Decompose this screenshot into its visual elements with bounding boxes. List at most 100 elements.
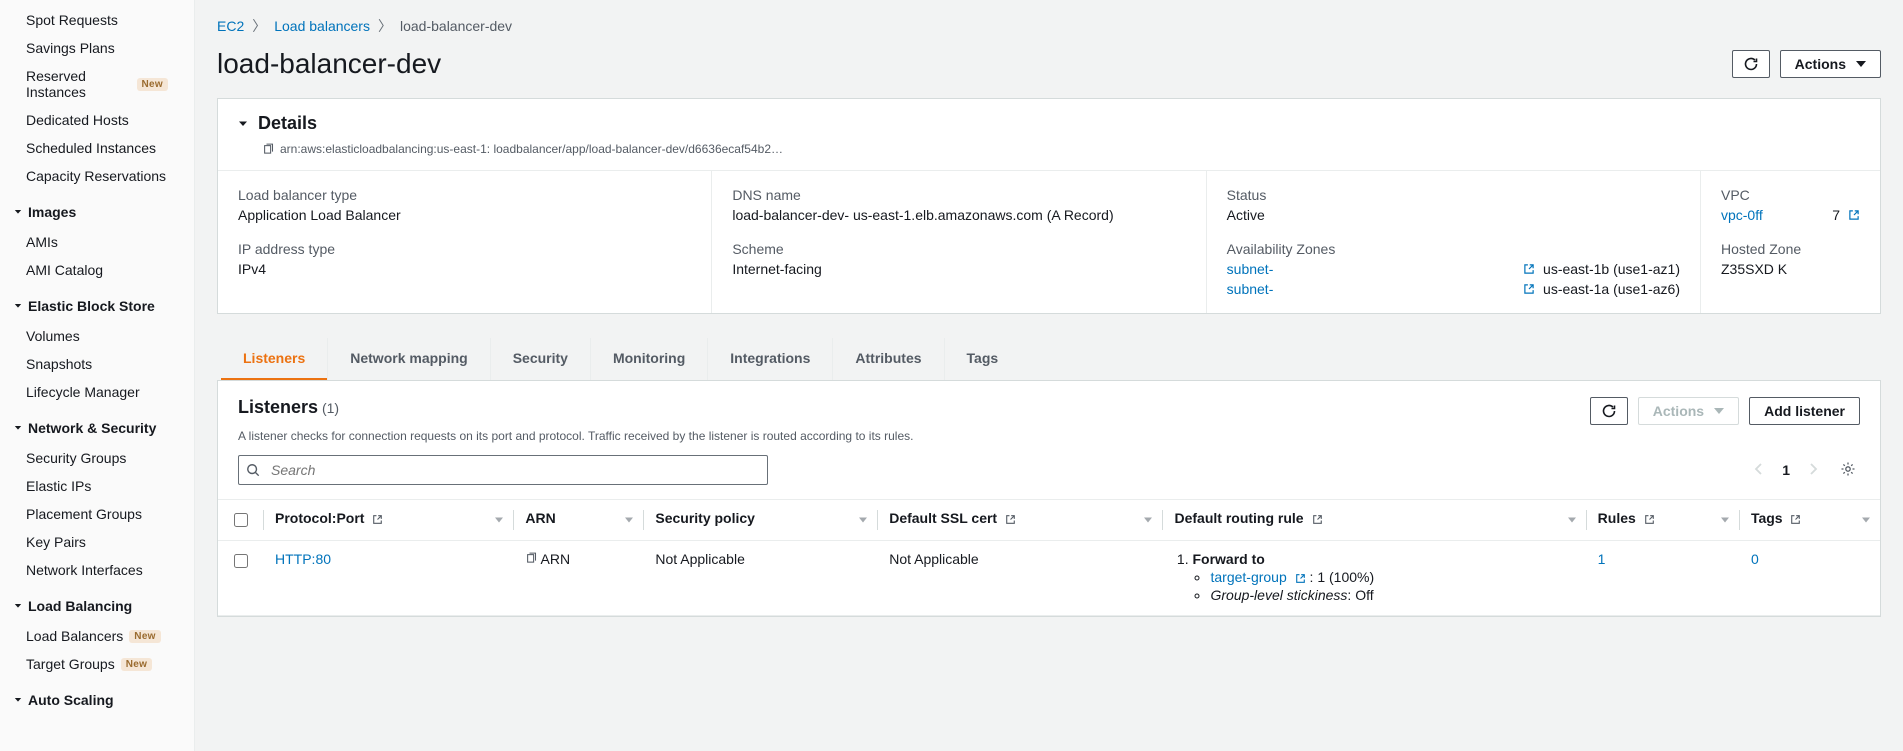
- ssl-cell: Not Applicable: [877, 541, 1162, 616]
- settings-button[interactable]: [1836, 457, 1860, 484]
- add-listener-label: Add listener: [1764, 403, 1845, 419]
- sidebar-item[interactable]: Dedicated Hosts: [0, 106, 194, 134]
- chevron-right-icon: 〉: [378, 16, 392, 36]
- listeners-panel: Listeners (1) Actions Add listener: [217, 381, 1881, 617]
- sidebar-item[interactable]: Spot Requests: [0, 6, 194, 34]
- az-row: subnet-us-east-1a (use1-az6): [1227, 281, 1680, 297]
- external-link-icon[interactable]: [1523, 283, 1535, 295]
- stickiness-label: Group-level stickiness: [1210, 587, 1347, 603]
- table-row: HTTP:80 ARN Not Applicable Not Applicabl…: [218, 541, 1880, 616]
- sidebar-item[interactable]: Reserved Instances New: [0, 62, 194, 106]
- tags-link[interactable]: 0: [1751, 551, 1759, 567]
- arn-text: arn:aws:elasticloadbalancing:us-east-1: …: [280, 142, 783, 156]
- listeners-refresh-button[interactable]: [1590, 397, 1628, 425]
- sidebar-item-label: Target Groups: [26, 656, 115, 672]
- caret-down-icon: [14, 424, 22, 432]
- nav-heading[interactable]: Images: [0, 200, 194, 224]
- lb-type-label: Load balancer type: [238, 187, 691, 203]
- sidebar-item[interactable]: Network Interfaces: [0, 556, 194, 584]
- subnet-link[interactable]: subnet-: [1227, 281, 1274, 297]
- vpc-link[interactable]: vpc-0ff: [1721, 207, 1763, 223]
- external-link-icon[interactable]: [1848, 209, 1860, 221]
- sidebar-item[interactable]: AMIs: [0, 228, 194, 256]
- sidebar-item-label: Scheduled Instances: [26, 140, 156, 156]
- target-group-link[interactable]: target-group: [1210, 569, 1286, 585]
- copy-icon[interactable]: [525, 552, 537, 564]
- sidebar-item[interactable]: Placement Groups: [0, 500, 194, 528]
- external-link-icon: [1005, 514, 1016, 525]
- col-protocol[interactable]: Protocol:Port: [275, 510, 364, 526]
- breadcrumb-load-balancers[interactable]: Load balancers: [274, 18, 370, 34]
- page-number: 1: [1782, 462, 1790, 478]
- caret-down-icon: [1714, 408, 1724, 414]
- caret-down-icon[interactable]: [238, 119, 248, 129]
- external-link-icon: [1644, 514, 1655, 525]
- vpc-suffix: 7: [1832, 207, 1840, 223]
- search-input[interactable]: [238, 455, 768, 485]
- sidebar-item-label: Lifecycle Manager: [26, 384, 140, 400]
- breadcrumb-current: load-balancer-dev: [400, 18, 512, 34]
- sidebar-item-label: AMI Catalog: [26, 262, 103, 278]
- sidebar-item[interactable]: Key Pairs: [0, 528, 194, 556]
- protocol-port-link[interactable]: HTTP:80: [275, 551, 331, 567]
- external-link-icon[interactable]: [1523, 263, 1535, 275]
- copy-icon[interactable]: [262, 143, 274, 155]
- dns-label: DNS name: [732, 187, 1185, 203]
- external-link-icon[interactable]: [1295, 573, 1306, 584]
- sidebar-item[interactable]: Load BalancersNew: [0, 622, 194, 650]
- vpc-label: VPC: [1721, 187, 1860, 203]
- row-checkbox[interactable]: [234, 554, 248, 568]
- add-listener-button[interactable]: Add listener: [1749, 397, 1860, 425]
- nav-heading[interactable]: Load Balancing: [0, 594, 194, 618]
- sidebar-item[interactable]: AMI Catalog: [0, 256, 194, 284]
- rules-link[interactable]: 1: [1598, 551, 1606, 567]
- sidebar-item[interactable]: Snapshots: [0, 350, 194, 378]
- sidebar-item[interactable]: Security Groups: [0, 444, 194, 472]
- tab-monitoring[interactable]: Monitoring: [590, 338, 707, 380]
- col-tags[interactable]: Tags: [1751, 510, 1783, 526]
- col-arn[interactable]: ARN: [525, 510, 555, 526]
- tab-bar: ListenersNetwork mappingSecurityMonitori…: [217, 338, 1881, 381]
- sidebar-item[interactable]: Elastic IPs: [0, 472, 194, 500]
- chevron-right-icon: [1808, 462, 1818, 476]
- refresh-icon: [1743, 56, 1759, 72]
- search-icon: [246, 463, 260, 477]
- sidebar-item-label: Reserved Instances: [26, 68, 131, 100]
- sidebar-item[interactable]: Scheduled Instances: [0, 134, 194, 162]
- select-all-checkbox[interactable]: [234, 513, 248, 527]
- col-rule[interactable]: Default routing rule: [1174, 510, 1303, 526]
- sidebar-item[interactable]: Lifecycle Manager: [0, 378, 194, 406]
- sidebar-item[interactable]: Savings Plans: [0, 34, 194, 62]
- sidebar-item-label: AMIs: [26, 234, 58, 250]
- nav-heading[interactable]: Elastic Block Store: [0, 294, 194, 318]
- az-row: subnet-us-east-1b (use1-az1): [1227, 261, 1680, 277]
- sidebar-item[interactable]: Capacity Reservations: [0, 162, 194, 190]
- listeners-actions-label: Actions: [1653, 403, 1704, 419]
- nav-heading[interactable]: Auto Scaling: [0, 688, 194, 712]
- chevron-left-icon: [1754, 462, 1764, 476]
- tab-integrations[interactable]: Integrations: [707, 338, 832, 380]
- breadcrumb-ec2[interactable]: EC2: [217, 18, 244, 34]
- tab-listeners[interactable]: Listeners: [221, 338, 327, 380]
- tab-network-mapping[interactable]: Network mapping: [327, 338, 489, 380]
- refresh-button[interactable]: [1732, 50, 1770, 78]
- col-sec[interactable]: Security policy: [655, 510, 755, 526]
- subnet-link[interactable]: subnet-: [1227, 261, 1274, 277]
- sidebar-item[interactable]: Volumes: [0, 322, 194, 350]
- new-badge: New: [137, 78, 168, 91]
- tab-security[interactable]: Security: [490, 338, 590, 380]
- sidebar-item-label: Snapshots: [26, 356, 92, 372]
- tab-tags[interactable]: Tags: [944, 338, 1021, 380]
- tab-attributes[interactable]: Attributes: [832, 338, 943, 380]
- caret-down-icon: [14, 602, 22, 610]
- actions-button[interactable]: Actions: [1780, 50, 1881, 78]
- col-rules[interactable]: Rules: [1598, 510, 1636, 526]
- sidebar-item-label: Volumes: [26, 328, 80, 344]
- nav-heading[interactable]: Network & Security: [0, 416, 194, 440]
- az-zone: us-east-1a (use1-az6): [1543, 281, 1680, 297]
- sidebar-item[interactable]: Target GroupsNew: [0, 650, 194, 678]
- caret-down-icon: [14, 208, 22, 216]
- actions-button-label: Actions: [1795, 56, 1846, 72]
- col-ssl[interactable]: Default SSL cert: [889, 510, 997, 526]
- caret-down-icon: [1856, 61, 1866, 67]
